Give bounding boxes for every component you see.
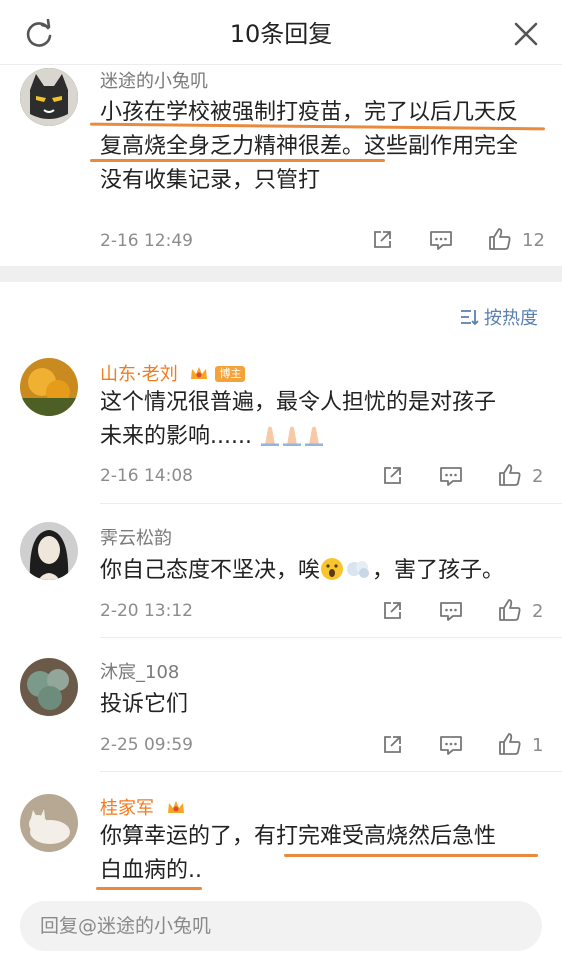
comment-line: 白血病的.. <box>100 858 202 883</box>
comment-line: 没有收集记录，只管打 <box>100 168 321 193</box>
comment-icon[interactable] <box>438 599 464 623</box>
comment-text: 你自己态度不坚决，唉 ，害了孩子。 <box>100 554 545 588</box>
close-icon[interactable] <box>512 20 540 48</box>
comment-segment: ，害了孩子。 <box>372 558 505 583</box>
comment-line: 未来的影响...... <box>100 420 545 454</box>
avatar[interactable] <box>20 658 78 716</box>
page-title: 10条回复 <box>229 20 333 48</box>
share-icon[interactable] <box>380 599 404 623</box>
section-divider <box>0 266 562 282</box>
comment-icon[interactable] <box>428 228 454 252</box>
header: 10条回复 <box>0 0 562 65</box>
timestamp: 2-20 13:12 <box>100 601 193 621</box>
like-icon[interactable] <box>497 597 523 623</box>
highlight-underline <box>284 854 538 857</box>
username-text: 桂家军 <box>100 798 154 819</box>
comment-segment: 你自己态度不坚决，唉 <box>100 558 321 583</box>
comment-segment: 未来的影响...... <box>100 424 252 449</box>
avatar[interactable] <box>20 522 78 580</box>
username[interactable]: 山东·老刘 博主 <box>100 360 246 386</box>
crown-icon <box>167 801 184 813</box>
reply-item: 霁云松韵 你自己态度不坚决，唉 ，害了孩子。 2-20 13:12 2 <box>0 504 562 638</box>
reply-item: 沐宸_108 投诉它们 2-25 09:59 1 <box>0 638 562 772</box>
like-icon[interactable] <box>497 462 523 488</box>
portrait-avatar-icon <box>20 522 78 580</box>
share-icon[interactable] <box>370 228 394 252</box>
surprised-emoji <box>321 558 344 580</box>
sort-label: 按热度 <box>484 308 538 329</box>
timestamp: 2-16 12:49 <box>100 231 193 251</box>
username[interactable]: 霁云松韵 <box>100 524 172 550</box>
username[interactable]: 沐宸_108 <box>100 658 179 684</box>
comment-text: 小孩在学校被强制打疫苗，完了以后几天反 复高烧全身乏力精神很差。这些副作用完全 … <box>100 96 545 198</box>
like-count: 1 <box>532 735 544 756</box>
like-count: 2 <box>532 601 544 622</box>
blogger-badge: 博主 <box>215 366 246 382</box>
highlight-underline <box>90 159 385 162</box>
pray-emoji <box>260 426 323 447</box>
comment-segment: 有打完难受高烧然后急性 <box>254 824 497 849</box>
highlight-underline <box>96 887 202 890</box>
like-count: 12 <box>522 230 545 251</box>
succulent-avatar-icon <box>20 658 78 716</box>
flower-avatar-icon <box>20 358 78 416</box>
avatar[interactable] <box>20 358 78 416</box>
comment-line: 你算幸运的了，有打完难受高烧然后急性 <box>100 820 545 854</box>
share-icon[interactable] <box>380 733 404 757</box>
comment-icon[interactable] <box>438 464 464 488</box>
comment-segment: 你算幸运的了， <box>100 824 255 849</box>
like-icon[interactable] <box>497 731 523 757</box>
comment-segment: 复高烧全身乏力精神很差 <box>100 134 343 159</box>
comment-segment: 。这些副作用完全 <box>342 134 519 159</box>
crown-icon <box>191 367 208 379</box>
username-text: 山东·老刘 <box>100 364 178 385</box>
like-count: 2 <box>532 466 544 487</box>
username[interactable]: 迷途的小兔叽 <box>100 67 208 93</box>
puff-emoji <box>347 561 370 578</box>
avatar[interactable] <box>20 68 78 126</box>
comment-line: 这个情况很普遍，最令人担忧的是对孩子 <box>100 390 497 415</box>
comment-text: 这个情况很普遍，最令人担忧的是对孩子 未来的影响...... <box>100 386 545 454</box>
timestamp: 2-25 09:59 <box>100 735 193 755</box>
reply-item: 山东·老刘 博主 这个情况很普遍，最令人担忧的是对孩子 未来的影响...... … <box>0 352 562 504</box>
reply-item: 桂家军 你算幸运的了，有打完难受高烧然后急性 白血病的.. <box>0 772 562 892</box>
sort-button[interactable]: 按热度 <box>460 304 538 330</box>
cat-avatar-icon <box>20 68 78 126</box>
share-icon[interactable] <box>380 464 404 488</box>
timestamp: 2-16 14:08 <box>100 466 193 486</box>
sort-icon <box>461 310 479 326</box>
reply-input[interactable]: 回复@迷途的小兔叽 <box>20 901 542 951</box>
top-comment: 迷途的小兔叽 小孩在学校被强制打疫苗，完了以后几天反 复高烧全身乏力精神很差。这… <box>0 64 562 266</box>
comment-text: 投诉它们 <box>100 692 189 717</box>
username[interactable]: 桂家军 <box>100 794 186 820</box>
like-icon[interactable] <box>487 226 513 252</box>
comment-icon[interactable] <box>438 733 464 757</box>
cat-photo-avatar-icon <box>20 794 78 852</box>
avatar[interactable] <box>20 794 78 852</box>
